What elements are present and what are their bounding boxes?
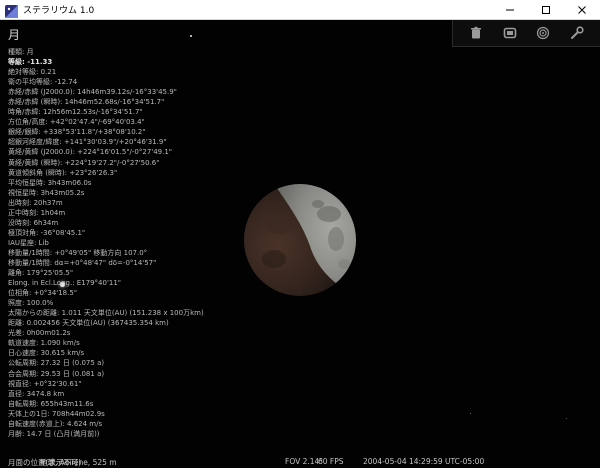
object-info-line: 黄経/黄緯 (J2000.0): +224°16'01.5"/-0°27'49.… bbox=[8, 148, 173, 157]
object-info-line: 赤経/赤緯 (瞬時): 14h46m52.68s/-16°34'51.7" bbox=[8, 98, 165, 107]
maximize-button[interactable] bbox=[528, 0, 564, 19]
object-info-line: 平均恒星時: 3h43m06.0s bbox=[8, 178, 92, 187]
deep-sky-button[interactable] bbox=[534, 24, 552, 42]
close-icon bbox=[578, 5, 586, 14]
trash-button[interactable] bbox=[467, 24, 485, 42]
top-toolbar bbox=[452, 20, 600, 47]
sky-view[interactable]: 月 種類: 月等級: -11.33 絶対等級: 0.21 衛の平均等級: -12.7… bbox=[0, 20, 600, 468]
window-title: ステラリウム 1.0 bbox=[23, 6, 95, 16]
wrench-icon bbox=[571, 26, 584, 39]
object-info-list: 種類: 月等級: -11.33 絶対等級: 0.21 衛の平均等級: -12.74 赤… bbox=[8, 47, 204, 439]
object-info-line: 赤経/赤緯 (J2000.0): 14h46m39.12s/-16°33'45.… bbox=[8, 88, 177, 97]
object-info-line: 公転周期: 27.32 日 (0.075 a) bbox=[8, 359, 105, 368]
datetime-label[interactable]: 2004-05-04 14:29:59 UTC-05:00 bbox=[363, 457, 484, 466]
object-info-line: 時角/赤緯: 12h56m12.53s/-16°34'51.7" bbox=[8, 108, 143, 117]
status-bar: 月面の位置(表示不可) 地球, Abilene, 525 m FOV 2.14°… bbox=[0, 454, 600, 468]
object-info-line: 距離: 0.002456 天文単位(AU) (367435.354 km) bbox=[8, 319, 169, 328]
location-label[interactable]: 地球, Abilene, 525 m bbox=[40, 457, 117, 468]
object-info-line: 軌道速度: 1.090 km/s bbox=[8, 339, 80, 348]
star[interactable] bbox=[190, 35, 192, 37]
star[interactable] bbox=[470, 413, 471, 414]
object-info-line: 視恒星時: 3h43m05.2s bbox=[8, 188, 85, 197]
deep-sky-icon bbox=[537, 26, 550, 40]
moon-disk[interactable] bbox=[244, 184, 356, 296]
object-info-line: Elong. in Ecl.Long.: E179°40'11" bbox=[8, 279, 122, 288]
wrench-button[interactable] bbox=[568, 24, 586, 42]
maximize-icon bbox=[542, 5, 550, 14]
object-info-line: 合会周期: 29.53 日 (0.081 a) bbox=[8, 369, 105, 378]
fps-label: 60 FPS bbox=[318, 457, 344, 466]
object-info-line: 光差: 0h00m01.2s bbox=[8, 329, 71, 338]
minimize-button[interactable] bbox=[492, 0, 528, 19]
object-info-line: 方位角/高度: +42°02'47.4"/-69°40'03.4" bbox=[8, 118, 145, 127]
object-info-line: 極頂対角: -36°08'45.1" bbox=[8, 228, 86, 237]
object-info-line: 天体上の1日: 708h44m02.9s bbox=[8, 409, 105, 418]
object-info-line: 銀経/銀緯: +338°53'11.8"/+38°08'10.2" bbox=[8, 128, 146, 137]
object-info-line: 移動量/1時間: dα=+0°48'47" dδ=-0°14'57" bbox=[8, 258, 157, 267]
object-info-line: 照度: 100.0% bbox=[8, 299, 54, 308]
object-info-line: 太陽からの距離: 1.011 天文単位(AU) (151.238 x 100万k… bbox=[8, 309, 204, 318]
object-info-line: 自転速度(赤道上): 4.624 m/s bbox=[8, 419, 103, 428]
object-info-line: 視直径: +0°32'30.61" bbox=[8, 379, 82, 388]
close-button[interactable] bbox=[564, 0, 600, 19]
stellarium-app-icon bbox=[5, 3, 18, 18]
object-info-line: 自転周期: 655h43m11.6s bbox=[8, 399, 94, 408]
object-info-line: 位相角: +0°34'18.5" bbox=[8, 289, 78, 298]
screen-button[interactable] bbox=[501, 24, 519, 42]
star[interactable] bbox=[566, 418, 567, 419]
object-info-line: 正中時刻: 1h04m bbox=[8, 208, 66, 217]
trash-icon bbox=[470, 26, 481, 39]
object-info-line: 直径: 3474.8 km bbox=[8, 389, 65, 398]
object-info-line: 黄道傾斜角 (瞬時): +23°26'26.3" bbox=[8, 168, 118, 177]
minimize-icon bbox=[506, 9, 514, 10]
object-info-line: 衛の平均等級: -12.74 bbox=[8, 78, 78, 87]
object-info-line: 等級: -11.33 bbox=[8, 58, 53, 67]
object-info-line: 絶対等級: 0.21 bbox=[8, 68, 57, 77]
window-titlebar: ステラリウム 1.0 bbox=[0, 0, 600, 20]
object-info-line: 離角: 179°25'05.5" bbox=[8, 269, 74, 278]
selected-object-name: 月 bbox=[8, 28, 21, 42]
object-info-line: 日心速度: 30.615 km/s bbox=[8, 349, 85, 358]
object-info-line: 出時刻: 20h37m bbox=[8, 198, 63, 207]
object-info-line: 超銀河経度/緯度: +141°30'03.9"/+20°46'31.9" bbox=[8, 138, 167, 147]
screen-icon bbox=[503, 27, 516, 39]
object-info-line: 種類: 月 bbox=[8, 48, 34, 56]
object-info-line: 月齢: 14.7 日 (凸月(満月前)) bbox=[8, 429, 100, 438]
object-info-line: 移動量/1時間: +0°49'05" 移動方向 107.0° bbox=[8, 248, 148, 257]
object-info-line: 黄経/黄緯 (瞬時): +224°19'27.2"/-0°27'50.6" bbox=[8, 158, 160, 167]
object-info-line: 没時刻: 6h34m bbox=[8, 218, 59, 227]
object-info-line: IAU星座: Lib bbox=[8, 238, 49, 247]
window-controls bbox=[492, 0, 600, 19]
